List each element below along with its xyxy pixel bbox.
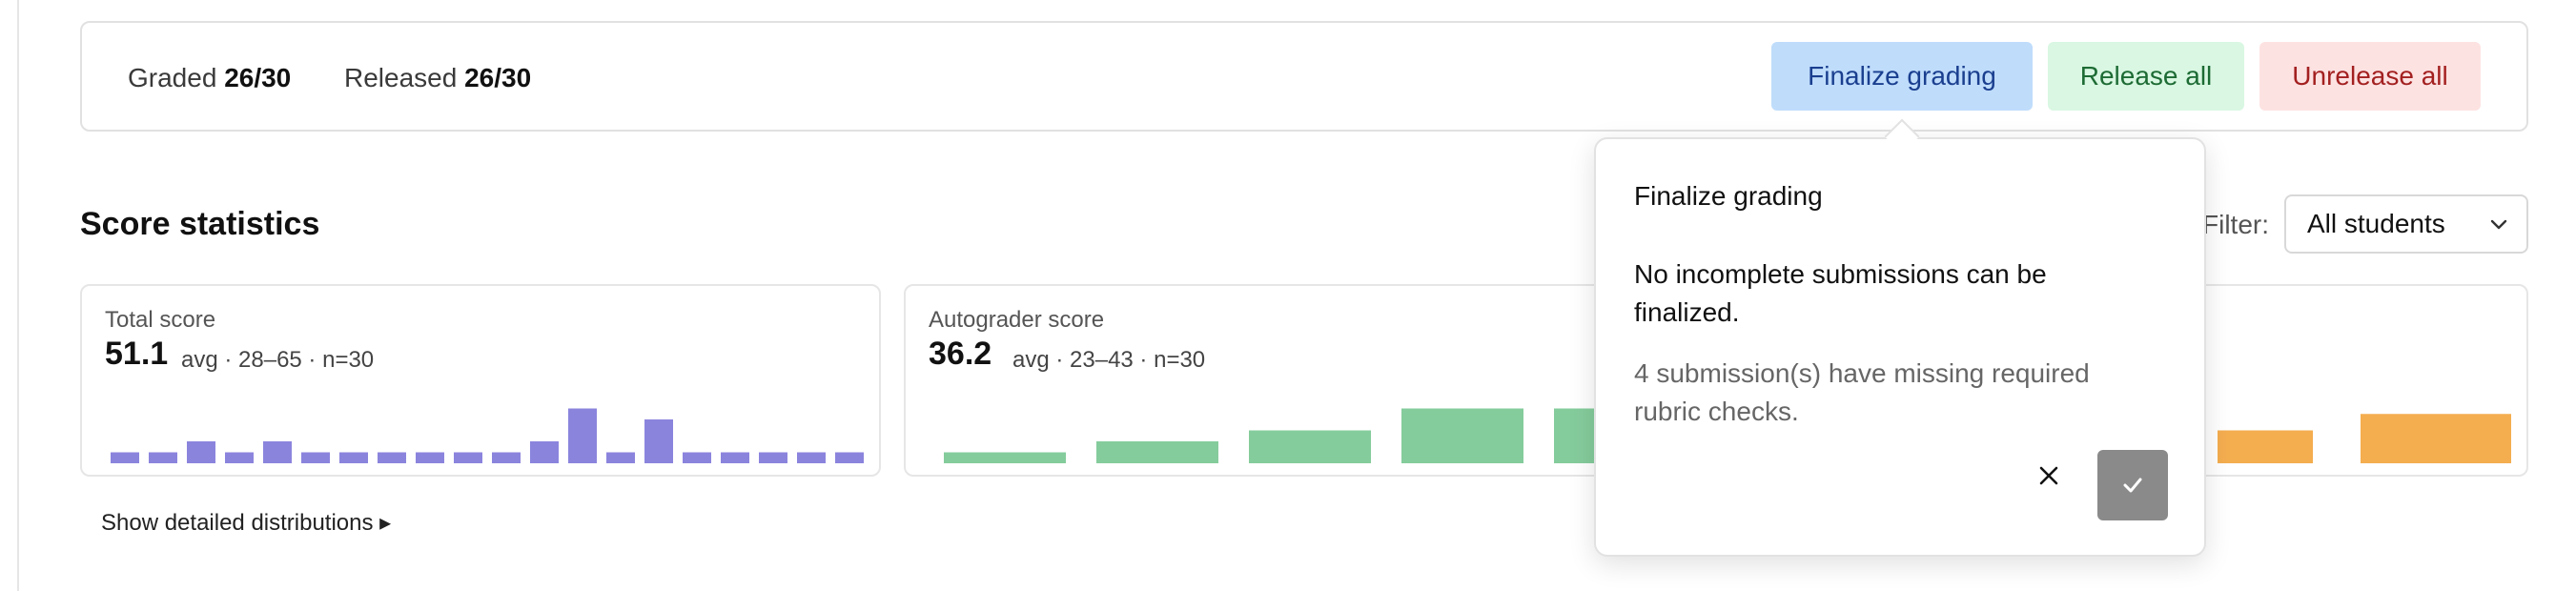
autograder-histogram-bar xyxy=(2361,414,2511,463)
finalize-grading-button[interactable]: Finalize grading xyxy=(1771,42,2033,111)
released-value: 26/30 xyxy=(464,63,532,92)
popover-warning: 4 submission(s) have missing required ru… xyxy=(1634,358,2090,426)
autograder-histogram-bar xyxy=(944,452,1066,463)
total-score-card: Total score 51.1 avg · 28–65 · n=30 xyxy=(80,284,881,477)
graded-label: Graded xyxy=(128,63,217,92)
popover-title: Finalize grading xyxy=(1634,181,1823,211)
graded-value: 26/30 xyxy=(224,63,292,92)
autograder-histogram-bar xyxy=(1096,441,1218,463)
grading-status-bar: Graded 26/30 Released 26/30 Finalize gra… xyxy=(80,21,2528,132)
total-histogram-bar xyxy=(492,452,521,463)
total-histogram-bar xyxy=(225,452,254,463)
total-histogram-bar xyxy=(149,452,177,463)
autograder-histogram-bar xyxy=(2218,430,2313,463)
popover-cancel-button[interactable] xyxy=(2029,456,2069,496)
graded-count: Graded 26/30 xyxy=(128,63,291,93)
total-histogram-bar xyxy=(416,452,444,463)
finalize-grading-popover: Finalize grading No incomplete submissio… xyxy=(1594,137,2206,557)
show-detailed-distributions-toggle[interactable]: Show detailed distributions ▸ xyxy=(101,509,391,537)
filter-selected-value: All students xyxy=(2307,209,2445,238)
unrelease-all-button[interactable]: Unrelease all xyxy=(2259,42,2481,111)
total-histogram-bar xyxy=(683,452,711,463)
check-icon xyxy=(2123,478,2142,493)
total-histogram-bar xyxy=(301,452,330,463)
released-count: Released 26/30 xyxy=(344,63,531,93)
total-histogram-bar xyxy=(111,452,139,463)
total-histogram-bar xyxy=(378,452,406,463)
popover-message: No incomplete submissions can be finaliz… xyxy=(1634,259,2047,327)
page-left-border xyxy=(17,0,19,591)
total-histogram-bar xyxy=(339,452,368,463)
total-histogram-bar xyxy=(530,441,559,463)
release-all-button[interactable]: Release all xyxy=(2048,42,2244,111)
filter-label: Filter: xyxy=(2202,210,2269,239)
chevron-down-icon xyxy=(2490,219,2507,230)
total-histogram-bar xyxy=(263,441,292,463)
total-histogram-bar xyxy=(568,408,597,463)
total-histogram-bar xyxy=(759,452,787,463)
total-histogram-bar xyxy=(454,452,482,463)
released-label: Released xyxy=(344,63,458,92)
total-histogram-bar xyxy=(721,452,749,463)
autograder-histogram-bar xyxy=(1249,430,1371,463)
total-histogram-bar xyxy=(797,452,826,463)
total-histogram-bar xyxy=(606,452,635,463)
score-statistics-title: Score statistics xyxy=(80,206,320,242)
total-histogram-bar xyxy=(835,452,864,463)
total-histogram-bar xyxy=(644,419,673,463)
popover-confirm-button[interactable] xyxy=(2097,450,2168,520)
total-histogram-bar xyxy=(187,441,215,463)
total-score-histogram xyxy=(111,408,864,463)
close-icon xyxy=(2039,466,2058,485)
autograder-histogram-bar xyxy=(1401,408,1523,463)
student-filter-select[interactable]: All students xyxy=(2284,194,2528,254)
